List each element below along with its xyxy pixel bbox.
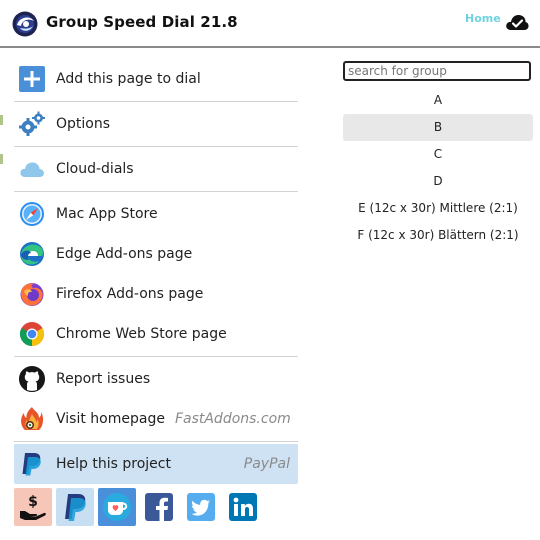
left-edge-mark (0, 154, 3, 164)
header: Group Speed Dial 21.8 Home (0, 0, 540, 48)
twitter-share-button[interactable] (182, 488, 220, 526)
menu-divider (14, 441, 298, 442)
donate-hand-icon: $ (20, 494, 46, 520)
fastaddons-flame-icon (21, 407, 44, 430)
main-menu: Add this page to dial Options Cloud-dial… (14, 59, 298, 484)
group-item[interactable]: C (343, 141, 533, 168)
options-item[interactable]: Options (14, 104, 298, 144)
help-project-label: Help this project (56, 456, 171, 472)
kofi-button[interactable] (98, 488, 136, 526)
report-issues-label: Report issues (56, 371, 151, 387)
group-item[interactable]: B (343, 114, 533, 141)
visit-homepage-item[interactable]: Visit homepage FastAddons.com (14, 399, 298, 439)
group-search-input[interactable] (343, 61, 531, 81)
add-to-dial-item[interactable]: Add this page to dial (14, 59, 298, 99)
group-list: ABCDE (12c x 30r) Mittlere (2:1) F (12c x… (343, 87, 533, 249)
menu-divider (14, 146, 298, 147)
app-title: Group Speed Dial 21.8 (46, 13, 238, 31)
cloud-dials-label: Cloud-dials (56, 161, 134, 177)
help-via-label: PayPal (243, 456, 290, 472)
cloud-sync-icon[interactable] (505, 12, 529, 32)
donate-button[interactable]: $ (14, 488, 52, 526)
paypal-share-button[interactable] (56, 488, 94, 526)
paypal-icon (65, 494, 86, 521)
options-label: Options (56, 116, 111, 132)
cloud-dials-item[interactable]: Cloud-dials (14, 149, 298, 189)
group-item[interactable]: F (12c x 30r) Blättern (2:1) (343, 222, 533, 249)
paypal-icon (22, 453, 41, 476)
visit-homepage-label: Visit homepage (56, 411, 165, 427)
github-icon (19, 366, 45, 392)
svg-text:$: $ (28, 494, 38, 510)
homepage-site-label: FastAddons.com (174, 411, 291, 427)
facebook-share-button[interactable] (140, 488, 178, 526)
add-to-dial-label: Add this page to dial (56, 71, 201, 87)
firefox-icon (20, 283, 44, 306)
group-item[interactable]: D (343, 168, 533, 195)
safari-compass-icon (20, 202, 44, 226)
group-item[interactable]: A (343, 87, 533, 114)
chrome-store-item[interactable]: Chrome Web Store page (14, 314, 298, 354)
report-issues-item[interactable]: Report issues (14, 359, 298, 399)
linkedin-share-button[interactable] (224, 488, 262, 526)
mac-app-store-label: Mac App Store (56, 206, 158, 222)
left-edge-mark (0, 115, 3, 125)
edge-addons-item[interactable]: Edge Add-ons page (14, 234, 298, 274)
chrome-store-label: Chrome Web Store page (56, 326, 227, 342)
cloud-icon (20, 162, 44, 177)
edge-addons-label: Edge Add-ons page (56, 246, 193, 262)
app-logo-icon (12, 11, 38, 37)
firefox-addons-label: Firefox Add-ons page (56, 286, 204, 302)
twitter-icon (187, 493, 215, 521)
help-project-item[interactable]: Help this project PayPal (14, 444, 298, 484)
edge-icon (20, 242, 44, 266)
add-icon (19, 66, 45, 92)
linkedin-icon (229, 493, 257, 521)
facebook-icon (145, 493, 173, 521)
group-panel: ABCDE (12c x 30r) Mittlere (2:1)F (12c x… (343, 60, 533, 249)
menu-divider (14, 191, 298, 192)
group-item[interactable]: E (12c x 30r) Mittlere (2:1) (343, 195, 533, 222)
mac-app-store-item[interactable]: Mac App Store (14, 194, 298, 234)
home-link[interactable]: Home (465, 12, 501, 25)
menu-divider (14, 101, 298, 102)
kofi-icon (103, 493, 131, 521)
menu-divider (14, 356, 298, 357)
gears-icon (19, 111, 45, 136)
chrome-icon (19, 322, 45, 346)
firefox-addons-item[interactable]: Firefox Add-ons page (14, 274, 298, 314)
share-row: $ (14, 488, 266, 528)
